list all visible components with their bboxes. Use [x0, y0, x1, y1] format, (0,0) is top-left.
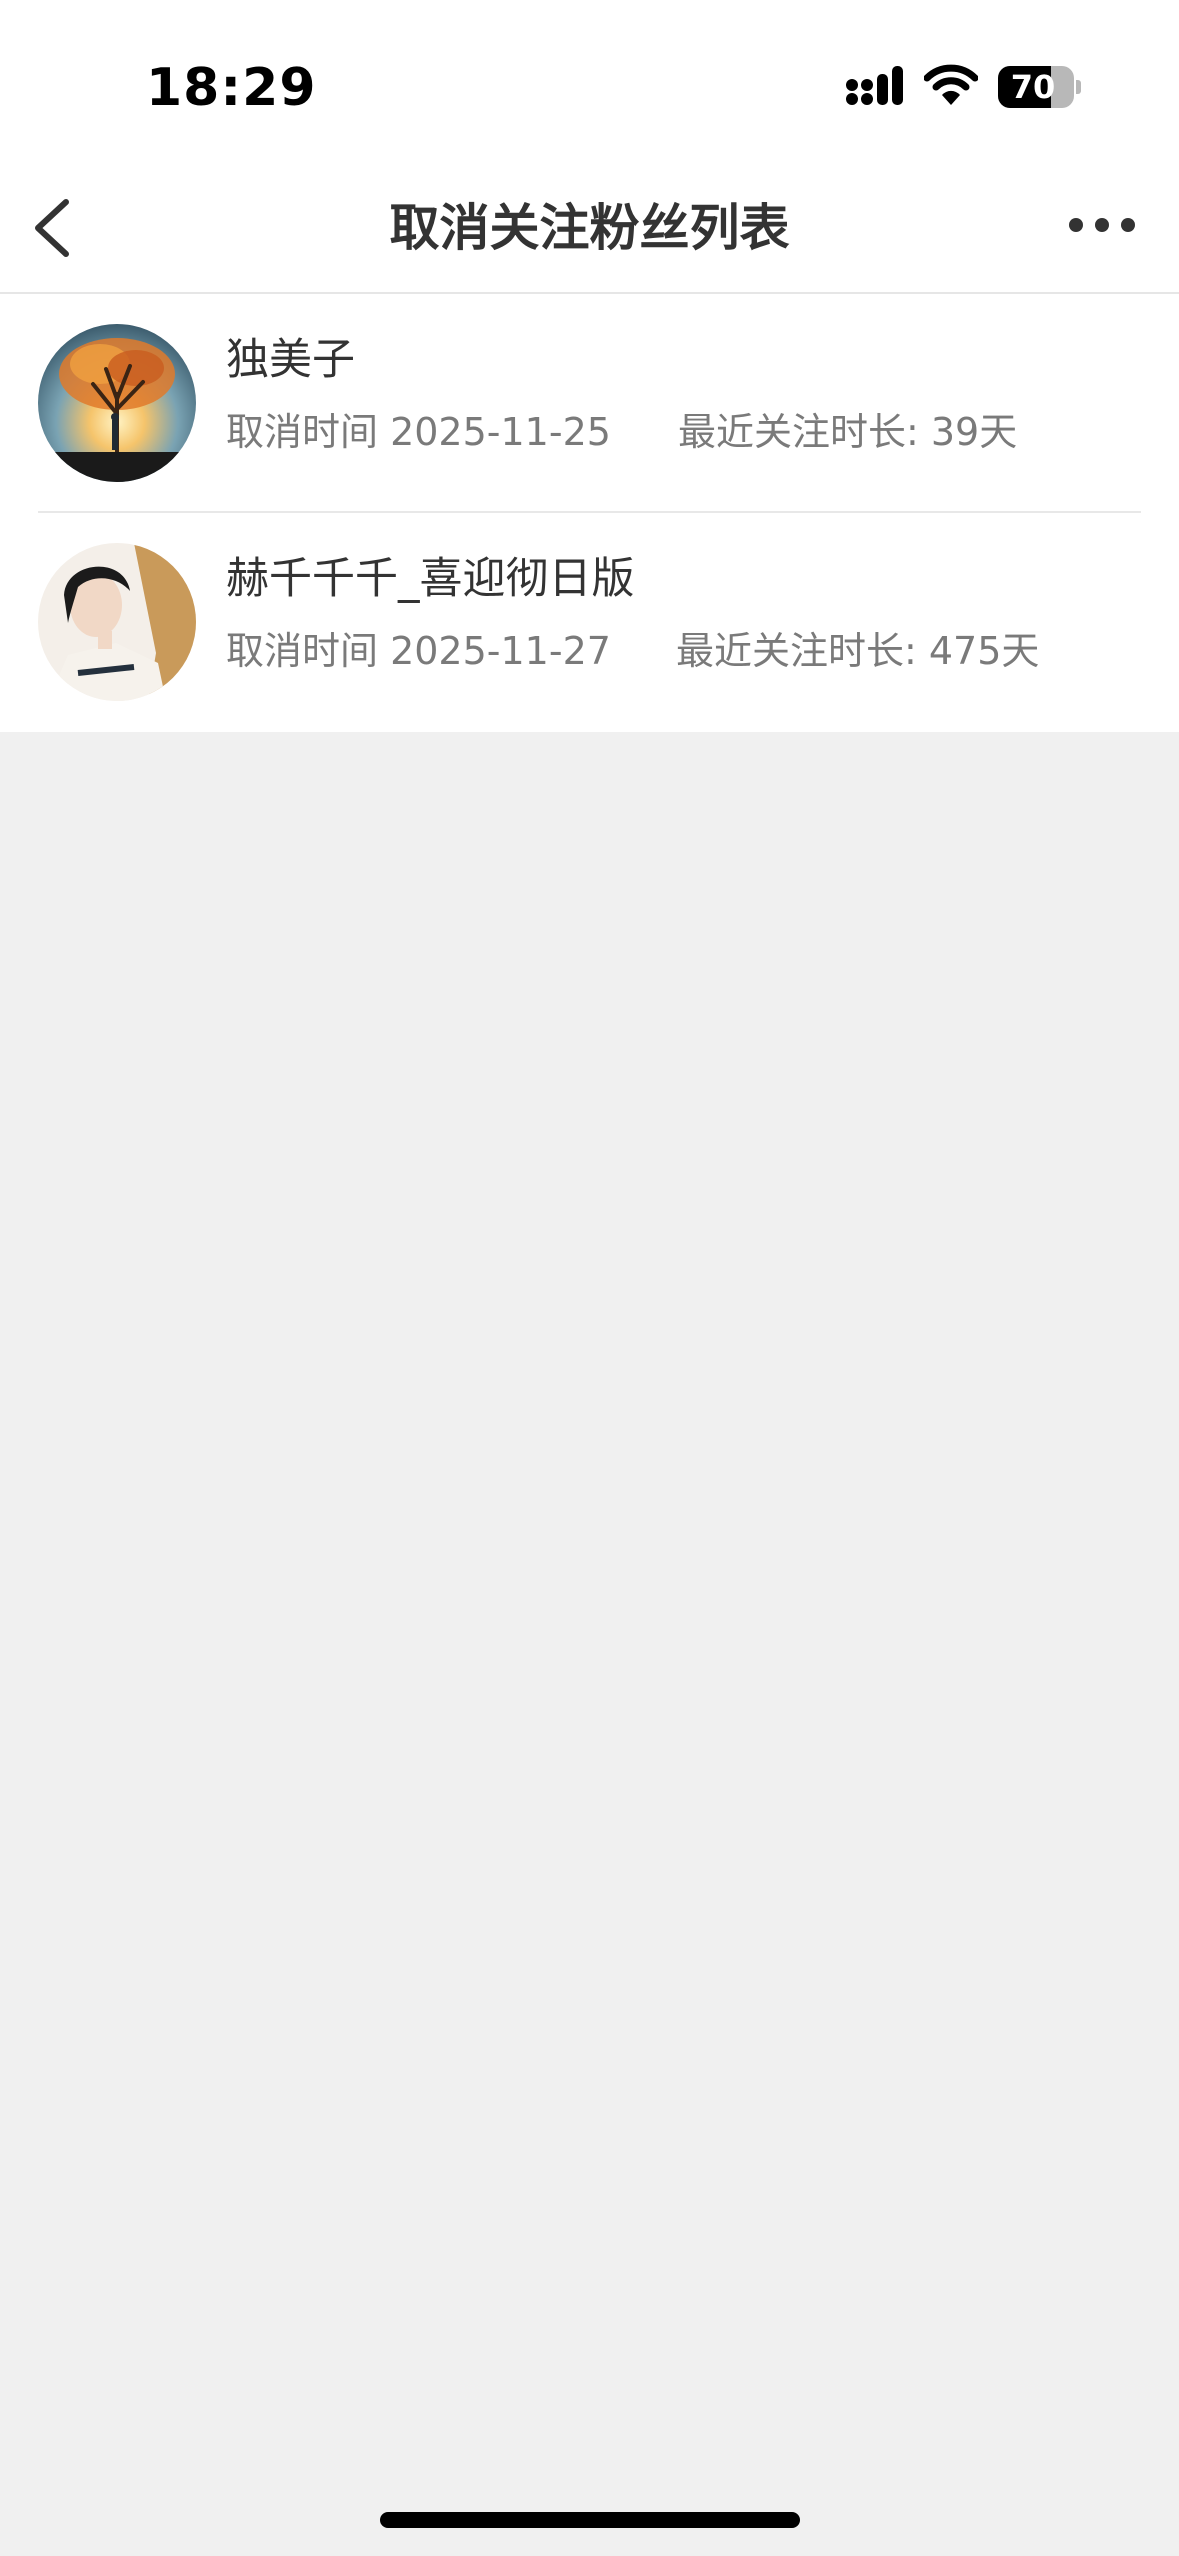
chevron-left-icon	[35, 199, 69, 257]
follow-duration: 最近关注时长: 39天	[678, 410, 1018, 454]
user-name[interactable]: 独美子	[226, 330, 355, 390]
signal-icon	[846, 66, 903, 105]
cancel-time: 取消时间 2025-11-25	[226, 410, 611, 454]
battery-icon: 70	[998, 66, 1081, 108]
more-horizontal-icon	[1069, 218, 1135, 232]
list-item[interactable]: 赫千千千_喜迎彻日版 取消时间 2025-11-27 最近关注时长: 475天	[0, 513, 1179, 732]
tree-silhouette-avatar	[38, 324, 196, 482]
list-item[interactable]: 独美子 取消时间 2025-11-25 最近关注时长: 39天	[0, 294, 1179, 513]
avatar[interactable]	[38, 543, 196, 701]
unfollowed-fans-list: 独美子 取消时间 2025-11-25 最近关注时长: 39天 赫千千千_喜迎彻…	[0, 294, 1179, 732]
follow-duration: 最近关注时长: 475天	[676, 629, 1040, 673]
cancel-time: 取消时间 2025-11-27	[226, 629, 611, 673]
page-title: 取消关注粉丝列表	[389, 199, 790, 257]
wifi-icon	[924, 64, 978, 105]
back-button[interactable]	[22, 186, 86, 270]
header-area: 18:29 70 取消关注粉丝列表	[0, 0, 1179, 294]
home-indicator[interactable]	[380, 2512, 800, 2528]
user-name[interactable]: 赫千千千_喜迎彻日版	[226, 549, 635, 609]
status-time: 18:29	[146, 58, 317, 118]
avatar[interactable]	[38, 324, 196, 482]
more-button[interactable]	[1062, 200, 1142, 250]
battery-level: 70	[1010, 68, 1056, 106]
person-photo-avatar	[38, 543, 196, 701]
